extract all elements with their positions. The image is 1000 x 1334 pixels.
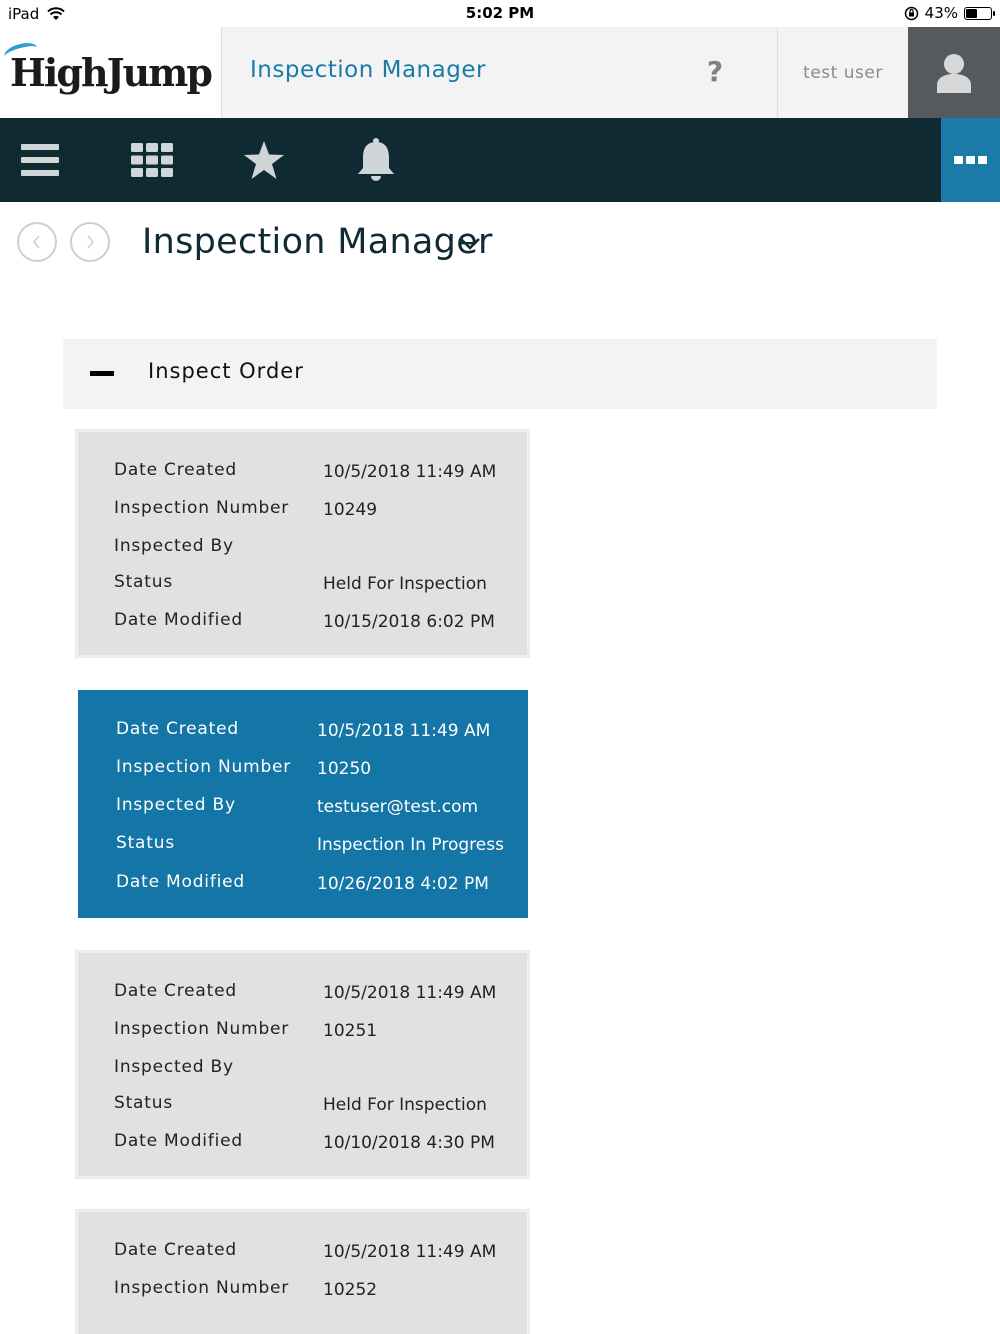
app-title[interactable]: Inspection Manager <box>250 57 486 83</box>
more-button[interactable] <box>941 118 1000 202</box>
value-date-created: 10/5/2018 11:49 AM <box>317 721 491 741</box>
section-title: Inspect Order <box>148 359 304 383</box>
label-inspected-by: Inspected By <box>116 795 236 815</box>
value-inspection-number: 10252 <box>323 1280 378 1300</box>
favorites-button[interactable] <box>240 136 288 184</box>
more-icon <box>954 156 963 164</box>
page-title[interactable]: Inspection Manager <box>142 222 493 262</box>
label-inspection-number: Inspection Number <box>114 1278 290 1298</box>
back-button[interactable] <box>17 222 57 262</box>
value-inspection-number: 10250 <box>317 759 372 779</box>
label-inspected-by: Inspected By <box>114 1057 234 1077</box>
orientation-lock-icon <box>904 6 918 20</box>
notifications-button[interactable] <box>352 136 400 184</box>
help-icon[interactable]: ? <box>700 55 730 88</box>
value-inspection-number: 10251 <box>323 1021 378 1041</box>
value-status: Held For Inspection <box>323 574 487 594</box>
logo[interactable]: HighJump <box>0 27 222 118</box>
app-header: HighJump Inspection Manager ? test user <box>0 27 1000 118</box>
label-inspected-by: Inspected By <box>114 536 234 556</box>
grid-icon <box>131 143 173 177</box>
forward-button[interactable] <box>70 222 110 262</box>
user-name[interactable]: test user <box>777 27 908 118</box>
toolbar <box>0 118 1000 202</box>
breadcrumb: Inspection Manager <box>0 202 1000 292</box>
label-inspection-number: Inspection Number <box>114 1019 290 1039</box>
value-status: Inspection In Progress <box>317 835 504 855</box>
collapse-icon <box>90 371 114 376</box>
label-inspection-number: Inspection Number <box>114 498 290 518</box>
battery-icon <box>964 6 995 20</box>
label-date-created: Date Created <box>114 1240 237 1260</box>
inspection-card-selected[interactable]: Date Created 10/5/2018 11:49 AM Inspecti… <box>78 690 528 918</box>
menu-icon <box>21 144 59 176</box>
inspection-card[interactable]: Date Created 10/5/2018 11:49 AM Inspecti… <box>76 951 529 1178</box>
value-status: Held For Inspection <box>323 1095 487 1115</box>
apps-button[interactable] <box>128 136 176 184</box>
battery-fill <box>966 8 978 18</box>
clock: 5:02 PM <box>465 4 535 22</box>
value-date-modified: 10/26/2018 4:02 PM <box>317 874 489 894</box>
label-status: Status <box>114 1093 173 1113</box>
value-date-created: 10/5/2018 11:49 AM <box>323 462 497 482</box>
label-date-modified: Date Modified <box>114 1131 243 1151</box>
value-date-modified: 10/15/2018 6:02 PM <box>323 612 495 632</box>
label-date-created: Date Created <box>114 981 237 1001</box>
label-inspection-number: Inspection Number <box>116 757 292 777</box>
label-date-modified: Date Modified <box>114 610 243 630</box>
status-right: 43% <box>904 4 995 22</box>
chevron-down-icon[interactable] <box>458 232 482 256</box>
menu-button[interactable] <box>16 136 64 184</box>
value-inspection-number: 10249 <box>323 500 378 520</box>
inspection-card[interactable]: Date Created 10/5/2018 11:49 AM Inspecti… <box>76 430 529 657</box>
chevron-left-icon <box>32 235 40 249</box>
value-inspected-by: testuser@test.com <box>317 797 479 817</box>
logo-wordmark: HighJump <box>2 39 213 95</box>
value-date-modified: 10/10/2018 4:30 PM <box>323 1133 495 1153</box>
value-date-created: 10/5/2018 11:49 AM <box>323 983 497 1003</box>
label-status: Status <box>114 572 173 592</box>
bell-icon <box>358 138 394 181</box>
label-status: Status <box>116 833 175 853</box>
inspection-card[interactable]: Date Created 10/5/2018 11:49 AM Inspecti… <box>76 1210 529 1334</box>
label-date-modified: Date Modified <box>116 872 245 892</box>
label-date-created: Date Created <box>114 460 237 480</box>
value-date-created: 10/5/2018 11:49 AM <box>323 1242 497 1262</box>
user-icon <box>937 53 971 93</box>
star-icon <box>244 141 284 179</box>
chevron-right-icon <box>87 235 95 249</box>
battery-percent: 43% <box>924 4 958 22</box>
section-header-inspect-order[interactable]: Inspect Order <box>63 339 937 409</box>
status-bar: iPad 5:02 PM 43% <box>0 0 1000 27</box>
avatar[interactable] <box>908 27 1000 118</box>
label-date-created: Date Created <box>116 719 239 739</box>
